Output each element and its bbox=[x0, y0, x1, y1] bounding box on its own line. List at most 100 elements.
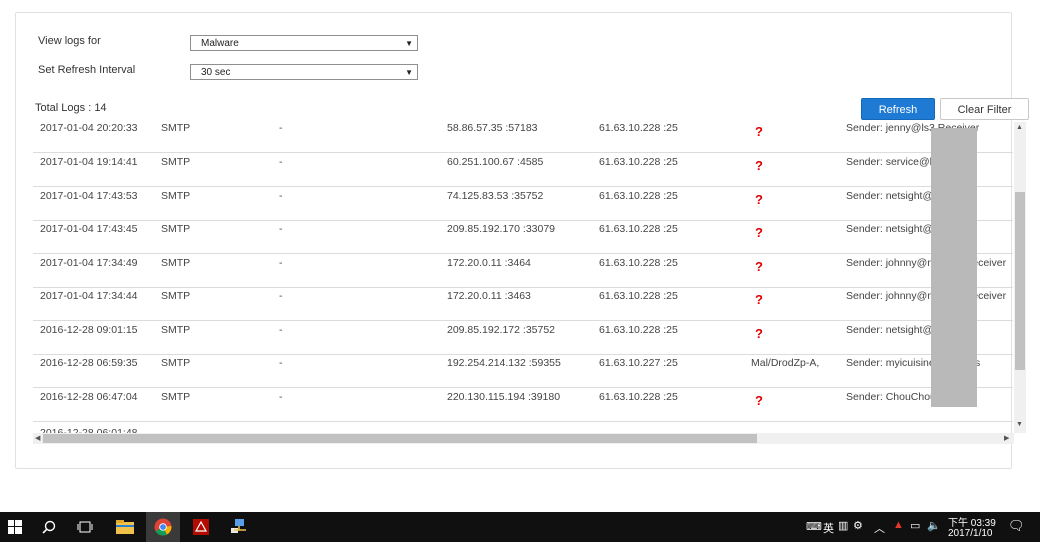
detail-cell: Sender: johnny@nb com Receiver bbox=[846, 257, 1007, 269]
antivirus-icon[interactable]: ▲ bbox=[893, 519, 904, 531]
dash-cell: - bbox=[279, 324, 283, 336]
protocol-cell: SMTP bbox=[161, 122, 191, 134]
clock-date[interactable]: 2017/1/10 bbox=[948, 528, 993, 539]
table-row[interactable]: 2017-01-04 17:43:45 SMTP - 209.85.192.17… bbox=[33, 220, 1013, 254]
volume-icon[interactable]: 🔈 bbox=[927, 519, 941, 532]
chevron-down-icon: ▼ bbox=[405, 39, 413, 48]
unknown-icon: ? bbox=[755, 192, 763, 207]
source-cell: 74.125.83.53 :35752 bbox=[447, 190, 544, 202]
pdf-icon bbox=[193, 519, 209, 535]
dash-cell: - bbox=[279, 223, 283, 235]
chrome-button[interactable] bbox=[146, 512, 180, 542]
dash-cell: - bbox=[279, 156, 283, 168]
start-button[interactable] bbox=[0, 512, 30, 542]
settings-icon[interactable]: ⚙ bbox=[853, 519, 863, 532]
date-cell: 2016-12-28 06:47:04 bbox=[40, 391, 138, 403]
date-cell: 2017-01-04 17:34:49 bbox=[40, 257, 138, 269]
unknown-icon: ? bbox=[755, 292, 763, 307]
vertical-scrollbar[interactable]: ▲ ▼ bbox=[1014, 122, 1026, 433]
destination-cell: 61.63.10.227 :25 bbox=[599, 357, 678, 369]
dash-cell: - bbox=[279, 122, 283, 134]
horizontal-scroll-thumb[interactable] bbox=[43, 434, 757, 443]
windows-logo-icon bbox=[8, 520, 22, 534]
table-row[interactable]: 2017-01-04 17:43:53 SMTP - 74.125.83.53 … bbox=[33, 187, 1013, 221]
refresh-interval-label: Set Refresh Interval bbox=[38, 64, 136, 76]
source-cell: 172.20.0.11 :3463 bbox=[447, 290, 531, 302]
unknown-icon: ? bbox=[755, 259, 763, 274]
destination-cell: 61.63.10.228 :25 bbox=[599, 257, 678, 269]
destination-cell: 61.63.10.228 :25 bbox=[599, 324, 678, 336]
horizontal-scrollbar[interactable]: ◀ ▶ bbox=[33, 433, 1014, 444]
protocol-cell: SMTP bbox=[161, 391, 191, 403]
task-view-icon bbox=[77, 521, 93, 533]
protocol-cell: SMTP bbox=[161, 357, 191, 369]
source-cell: 172.20.0.11 :3464 bbox=[447, 257, 531, 269]
keyboard-icon[interactable]: ⌨ bbox=[806, 520, 822, 533]
chevron-up-icon[interactable]: ︿ bbox=[874, 520, 885, 536]
table-row[interactable]: 2016-12-28 09:01:15 SMTP - 209.85.192.17… bbox=[33, 321, 1013, 355]
table-row[interactable]: 2016-12-28 06:59:35 SMTP - 192.254.214.1… bbox=[33, 354, 1013, 388]
dash-cell: - bbox=[279, 357, 283, 369]
detail-cell: Sender: netsight@ o Receiv bbox=[846, 324, 977, 336]
date-cell: 2017-01-04 20:20:33 bbox=[40, 122, 138, 134]
chevron-down-icon: ▼ bbox=[405, 68, 413, 77]
unknown-icon: ? bbox=[755, 326, 763, 341]
dash-cell: - bbox=[279, 257, 283, 269]
date-cell: 2017-01-04 17:43:45 bbox=[40, 223, 138, 235]
detail-cell: Sender: ChouChou om Rec bbox=[846, 391, 975, 403]
refresh-interval-select[interactable]: 30 sec ▼ bbox=[190, 64, 418, 80]
unknown-icon: ? bbox=[755, 124, 763, 139]
scroll-left-icon[interactable]: ◀ bbox=[35, 434, 40, 442]
vertical-scroll-thumb[interactable] bbox=[1015, 192, 1025, 370]
folder-icon bbox=[116, 520, 134, 534]
table-row[interactable]: 2017-01-04 20:20:33 SMTP - 58.86.57.35 :… bbox=[33, 122, 1013, 153]
date-cell: 2017-01-04 17:43:53 bbox=[40, 190, 138, 202]
table-row[interactable]: 2017-01-04 17:34:44 SMTP - 172.20.0.11 :… bbox=[33, 287, 1013, 321]
refresh-interval-value: 30 sec bbox=[201, 67, 231, 78]
date-cell: 2016-12-28 06:59:35 bbox=[40, 357, 138, 369]
acrobat-button[interactable] bbox=[186, 512, 216, 542]
scroll-up-icon[interactable]: ▲ bbox=[1016, 124, 1023, 131]
detail-cell: Sender: netsight@ o Receiv bbox=[846, 190, 977, 202]
unknown-icon: ? bbox=[755, 393, 763, 408]
table-row[interactable]: 2017-01-04 19:14:41 SMTP - 60.251.100.67… bbox=[33, 153, 1013, 187]
protocol-cell: SMTP bbox=[161, 257, 191, 269]
table-row[interactable]: 2017-01-04 17:34:49 SMTP - 172.20.0.11 :… bbox=[33, 254, 1013, 288]
detail-cell: Sender: johnny@nb com Receiver bbox=[846, 290, 1007, 302]
notifications-icon[interactable]: 🗨 bbox=[1008, 518, 1025, 534]
ime-indicator[interactable]: 英 bbox=[823, 520, 834, 536]
refresh-button[interactable]: Refresh bbox=[861, 98, 935, 120]
dash-cell: - bbox=[279, 190, 283, 202]
detail-cell: Sender: netsight@ o Receiv bbox=[846, 223, 977, 235]
windows-taskbar: ⌨ 英 ▥ ⚙ ︿ ▲ ▭ 🔈 下午 03:39 2017/1/10 🗨 bbox=[0, 512, 1040, 542]
search-button[interactable] bbox=[34, 512, 64, 542]
date-cell: 2016-12-28 09:01:15 bbox=[40, 324, 138, 336]
source-cell: 209.85.192.170 :33079 bbox=[447, 223, 556, 235]
protocol-cell: SMTP bbox=[161, 290, 191, 302]
table-row[interactable]: 2016-12-28 06:47:04 SMTP - 220.130.115.1… bbox=[33, 388, 1013, 422]
destination-cell: 61.63.10.228 :25 bbox=[599, 223, 678, 235]
source-cell: 58.86.57.35 :57183 bbox=[447, 122, 538, 134]
detail-cell: Sender: myicuisine mentools bbox=[846, 357, 981, 369]
search-icon bbox=[42, 520, 56, 534]
scroll-down-icon[interactable]: ▼ bbox=[1016, 421, 1023, 428]
virus-name-cell: Mal/DrodZp-A, bbox=[751, 357, 820, 369]
table-row-partial[interactable]: 2016-12-28 06:01:48 bbox=[33, 421, 1013, 433]
total-logs: Total Logs : 14 bbox=[35, 102, 107, 114]
clock-time[interactable]: 下午 03:39 bbox=[948, 514, 996, 529]
protocol-cell: SMTP bbox=[161, 156, 191, 168]
detail-cell: Sender: jenny@ls3 Receiver bbox=[846, 122, 980, 134]
battery-icon[interactable]: ▭ bbox=[910, 519, 920, 532]
scroll-right-icon[interactable]: ▶ bbox=[1004, 434, 1009, 442]
protocol-cell: SMTP bbox=[161, 324, 191, 336]
view-logs-label: View logs for bbox=[38, 35, 101, 47]
task-view-button[interactable] bbox=[70, 512, 100, 542]
protocol-cell: SMTP bbox=[161, 223, 191, 235]
file-explorer-button[interactable] bbox=[110, 512, 140, 542]
ime-mode-icon[interactable]: ▥ bbox=[838, 519, 848, 532]
view-logs-select[interactable]: Malware ▼ bbox=[190, 35, 418, 51]
dash-cell: - bbox=[279, 290, 283, 302]
destination-cell: 61.63.10.228 :25 bbox=[599, 290, 678, 302]
clear-filter-button[interactable]: Clear Filter bbox=[940, 98, 1029, 120]
network-app-button[interactable] bbox=[224, 512, 254, 542]
